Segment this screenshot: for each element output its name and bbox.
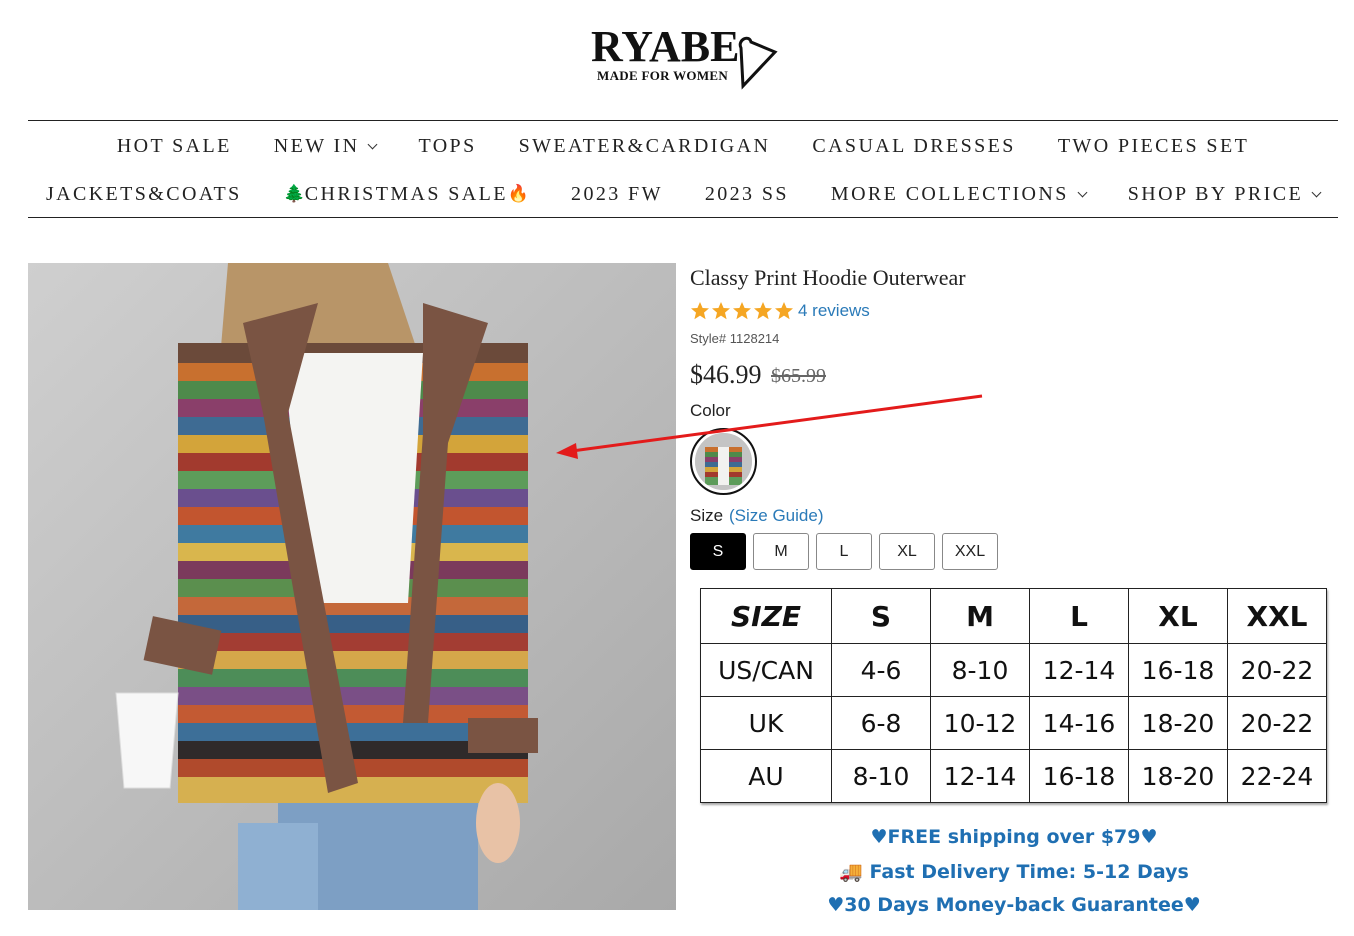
star-icon [691,302,709,320]
size-chart-cell: M [930,588,1030,644]
table-row: AU 8-10 12-14 16-18 18-20 22-24 [700,749,1327,803]
size-chart-cell: 8-10 [831,749,931,803]
nav-casual-dresses[interactable]: CASUAL DRESSES [812,134,1015,158]
size-chart-cell: 18-20 [1128,749,1228,803]
size-chart-cell: 16-18 [1029,749,1129,803]
size-option-xl[interactable]: XL [879,533,935,570]
brand-logo[interactable]: RYABE MADE FOR WOMEN [585,22,785,92]
nav-tops[interactable]: TOPS [418,134,476,158]
reviews-link[interactable]: 4 reviews [798,301,870,321]
size-selector: S M L XL XXL [690,533,1005,570]
nav-row-1: HOT SALE NEW IN TOPS SWEATER&CARDIGAN CA… [28,134,1338,158]
size-chart-cell: US/CAN [700,643,832,697]
nav-2023-ss[interactable]: 2023 SS [705,182,789,206]
table-row: UK 6-8 10-12 14-16 18-20 20-22 [700,696,1327,750]
money-back-promo: ♥30 Days Money-back Guarantee♥ [827,894,1201,916]
size-option-xxl[interactable]: XXL [942,533,998,570]
sale-price: $46.99 [690,360,762,389]
main-navigation: HOT SALE NEW IN TOPS SWEATER&CARDIGAN CA… [28,120,1338,218]
size-chart-cell: 6-8 [831,696,931,750]
size-chart-cell: 20-22 [1227,696,1327,750]
chevron-down-icon [368,139,378,149]
nav-hot-sale[interactable]: HOT SALE [117,134,232,158]
nav-row-2: JACKETS&COATS 🌲 CHRISTMAS SALE 🔥 2023 FW 2… [28,182,1338,206]
size-chart-cell: SIZE [700,588,832,644]
hanger-icon [738,36,778,90]
nav-more-collections[interactable]: MORE COLLECTIONS [831,182,1088,206]
color-swatch[interactable] [690,428,757,495]
nav-two-pieces-set[interactable]: TWO PIECES SET [1058,134,1249,158]
brand-name: RYABE [591,22,740,71]
chevron-down-icon [1077,187,1088,197]
tree-icon: 🌲 [283,184,305,203]
fire-icon: 🔥 [507,184,530,203]
nav-christmas-sale[interactable]: 🌲 CHRISTMAS SALE 🔥 [284,182,529,206]
size-chart: SIZE S M L XL XXL US/CAN 4-6 8-10 12-14 … [700,588,1327,803]
product-image[interactable] [28,263,676,910]
nav-new-in[interactable]: NEW IN [274,134,378,158]
delivery-time-promo: 🚚 Fast Delivery Time: 5-12 Days [839,861,1189,883]
size-chart-cell: UK [700,696,832,750]
star-icon [712,302,730,320]
size-label: Size [690,506,724,525]
star-icon [775,302,793,320]
size-chart-cell: 18-20 [1128,696,1228,750]
nav-shop-by-price[interactable]: SHOP BY PRICE [1128,182,1322,206]
size-chart-header: SIZE S M L XL XXL [700,588,1327,644]
size-guide-link[interactable]: (Size Guide) [729,506,823,526]
nav-jackets-coats[interactable]: JACKETS&COATS [46,182,242,206]
brand-tagline: MADE FOR WOMEN [597,68,729,83]
size-chart-cell: AU [700,749,832,803]
size-chart-cell: 12-14 [1029,643,1129,697]
free-shipping-promo: ♥FREE shipping over $79♥ [870,826,1158,848]
size-chart-cell: 22-24 [1227,749,1327,803]
size-chart-cell: 20-22 [1227,643,1327,697]
nav-sweater-cardigan[interactable]: SWEATER&CARDIGAN [519,134,771,158]
size-chart-cell: L [1029,588,1129,644]
size-chart-cell: 10-12 [930,696,1030,750]
size-chart-cell: 16-18 [1128,643,1228,697]
color-label: Color [690,401,731,420]
size-chart-cell: XL [1128,588,1228,644]
product-title: Classy Print Hoodie Outerwear [690,265,966,290]
style-number: Style# 1128214 [690,331,780,346]
table-row: US/CAN 4-6 8-10 12-14 16-18 20-22 [700,643,1327,697]
rating[interactable]: 4 reviews [690,301,870,321]
swatch-thumbnail [695,433,752,490]
size-chart-cell: 14-16 [1029,696,1129,750]
star-icon [754,302,772,320]
size-chart-cell: 8-10 [930,643,1030,697]
size-chart-cell: 4-6 [831,643,931,697]
nav-2023-fw[interactable]: 2023 FW [571,182,663,206]
chevron-down-icon [1311,187,1322,197]
product-photo-illustration [28,263,676,910]
size-chart-cell: XXL [1227,588,1327,644]
size-chart-cell: S [831,588,931,644]
star-icon [733,302,751,320]
size-option-s[interactable]: S [690,533,746,570]
size-option-l[interactable]: L [816,533,872,570]
size-option-m[interactable]: M [753,533,809,570]
size-chart-cell: 12-14 [930,749,1030,803]
compare-price: $65.99 [771,365,826,387]
